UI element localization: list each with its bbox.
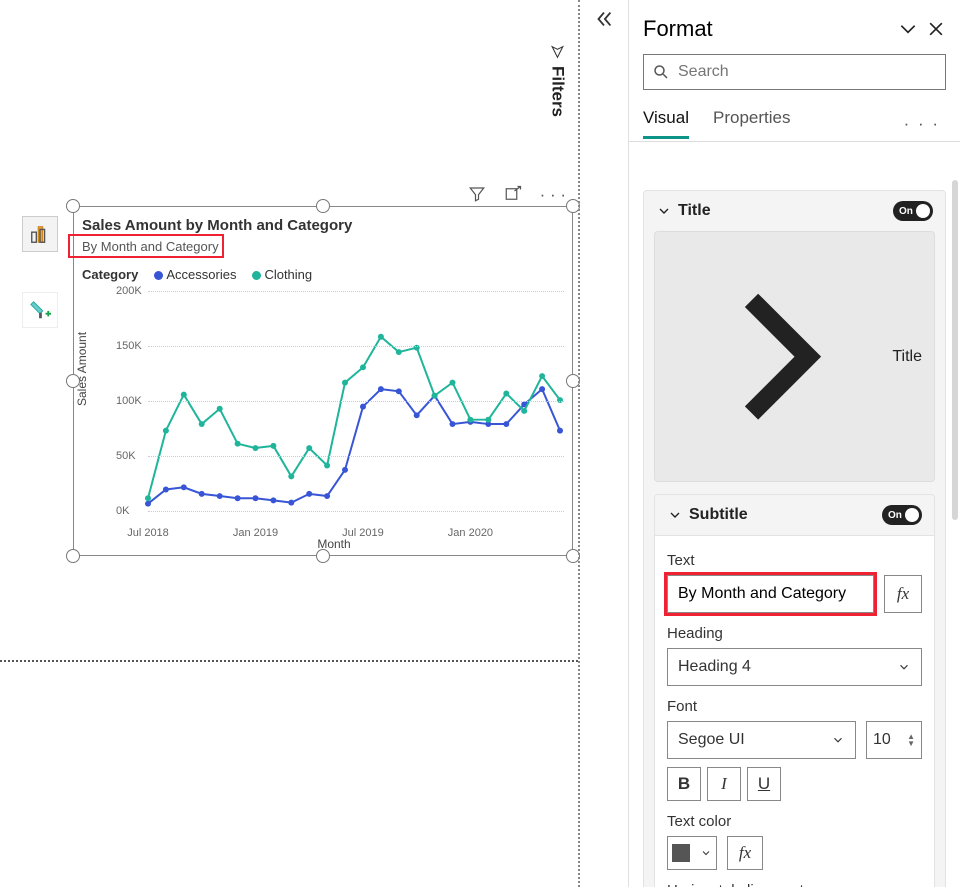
- card-subtitle: Subtitle On Text fx Heading: [654, 494, 935, 887]
- filters-label: Filters: [547, 44, 567, 117]
- legend-label: Clothing: [264, 267, 312, 282]
- text-color-swatch[interactable]: [667, 836, 717, 870]
- font-family-select[interactable]: Segoe UI: [667, 721, 856, 759]
- format-painter-button[interactable]: [22, 292, 58, 328]
- font-size-input[interactable]: 10 ▲▼: [866, 721, 922, 759]
- bar-stack-icon: [29, 223, 51, 245]
- heading-select[interactable]: Heading 4: [667, 648, 922, 686]
- chart-visual[interactable]: · · · Sales Amount by Month and Category…: [73, 206, 573, 556]
- filter-share-icon: [549, 44, 565, 60]
- chart-legend: Category Accessories Clothing: [82, 267, 312, 282]
- x-tick: Jan 2020: [448, 527, 493, 539]
- search-icon: [652, 63, 670, 81]
- fx-button[interactable]: fx: [727, 836, 763, 870]
- subtitle-text-input[interactable]: [667, 575, 874, 613]
- filters-pane-collapsed[interactable]: Filters: [578, 0, 628, 887]
- chevron-right-icon: [667, 244, 892, 469]
- chart-title: Sales Amount by Month and Category: [82, 217, 352, 234]
- legend-dot-clothing: [252, 271, 261, 280]
- legend-dot-accessories: [154, 271, 163, 280]
- chart-lines: [104, 287, 564, 525]
- focus-mode-icon[interactable]: [504, 185, 522, 203]
- bold-button[interactable]: B: [667, 767, 701, 801]
- chart-plot-area: Sales Amount Month 0K50K100K150K200KJul …: [104, 287, 564, 525]
- expand-chevron-down-icon[interactable]: [898, 19, 918, 39]
- subcard-title-label: Title: [892, 348, 922, 366]
- legend-title: Category: [82, 267, 138, 282]
- format-search[interactable]: [643, 54, 946, 90]
- resize-handle[interactable]: [66, 374, 80, 388]
- field-label-heading: Heading: [667, 625, 922, 642]
- more-options-icon[interactable]: · · ·: [540, 185, 566, 205]
- chevron-down-icon: [700, 847, 712, 859]
- collapse-double-chevron-icon[interactable]: [593, 8, 615, 30]
- chevron-down-icon: [831, 733, 845, 747]
- chart-subtitle: By Month and Category: [82, 239, 219, 254]
- y-tick: 150K: [116, 340, 142, 352]
- y-tick: 50K: [116, 450, 136, 462]
- field-label-text: Text: [667, 552, 922, 569]
- field-label-font: Font: [667, 698, 922, 715]
- legend-label: Accessories: [166, 267, 236, 282]
- canvas-divider: [0, 660, 578, 662]
- format-pane: Format Visual Properties · · · Title On: [628, 0, 960, 887]
- card-title-header[interactable]: Title On: [644, 191, 945, 231]
- card-subtitle-label: Subtitle: [689, 506, 748, 524]
- chevron-down-icon: [897, 660, 911, 674]
- layer-order-button[interactable]: [22, 216, 58, 252]
- subcard-title: Title: [654, 231, 935, 482]
- y-tick: 0K: [116, 505, 129, 517]
- x-tick: Jul 2018: [127, 527, 169, 539]
- card-title-label: Title: [678, 202, 711, 220]
- resize-handle[interactable]: [66, 199, 80, 213]
- card-subtitle-header[interactable]: Subtitle On: [655, 495, 934, 535]
- tabs-more-icon[interactable]: · · ·: [904, 114, 946, 134]
- report-canvas[interactable]: · · · Sales Amount by Month and Category…: [0, 0, 578, 887]
- resize-handle[interactable]: [316, 549, 330, 563]
- y-tick: 100K: [116, 395, 142, 407]
- chevron-down-icon: [667, 507, 683, 523]
- color-preview: [672, 844, 690, 862]
- close-icon[interactable]: [926, 19, 946, 39]
- format-pane-title: Format: [643, 16, 890, 42]
- resize-handle[interactable]: [66, 549, 80, 563]
- chevron-down-icon: [656, 203, 672, 219]
- filter-icon[interactable]: [468, 185, 486, 203]
- card-title: Title On Title Subtitle On: [643, 190, 946, 887]
- search-input[interactable]: [678, 63, 937, 81]
- field-label-color: Text color: [667, 813, 922, 830]
- y-axis-label: Sales Amount: [75, 332, 89, 406]
- subcard-title-header[interactable]: Title: [655, 232, 934, 481]
- scrollbar[interactable]: [952, 180, 958, 520]
- x-tick: Jan 2019: [233, 527, 278, 539]
- y-tick: 200K: [116, 285, 142, 297]
- toggle-title[interactable]: On: [893, 201, 933, 221]
- resize-handle[interactable]: [316, 199, 330, 213]
- x-tick: Jul 2019: [342, 527, 384, 539]
- underline-button[interactable]: U: [747, 767, 781, 801]
- paintbrush-plus-icon: [29, 299, 51, 321]
- fx-button[interactable]: fx: [884, 575, 922, 613]
- italic-button[interactable]: I: [707, 767, 741, 801]
- tab-visual[interactable]: Visual: [643, 108, 689, 139]
- spinner-icon[interactable]: ▲▼: [907, 733, 915, 747]
- field-label-align: Horizontal alignment: [667, 882, 922, 887]
- tab-properties[interactable]: Properties: [713, 108, 790, 139]
- toggle-subtitle[interactable]: On: [882, 505, 922, 525]
